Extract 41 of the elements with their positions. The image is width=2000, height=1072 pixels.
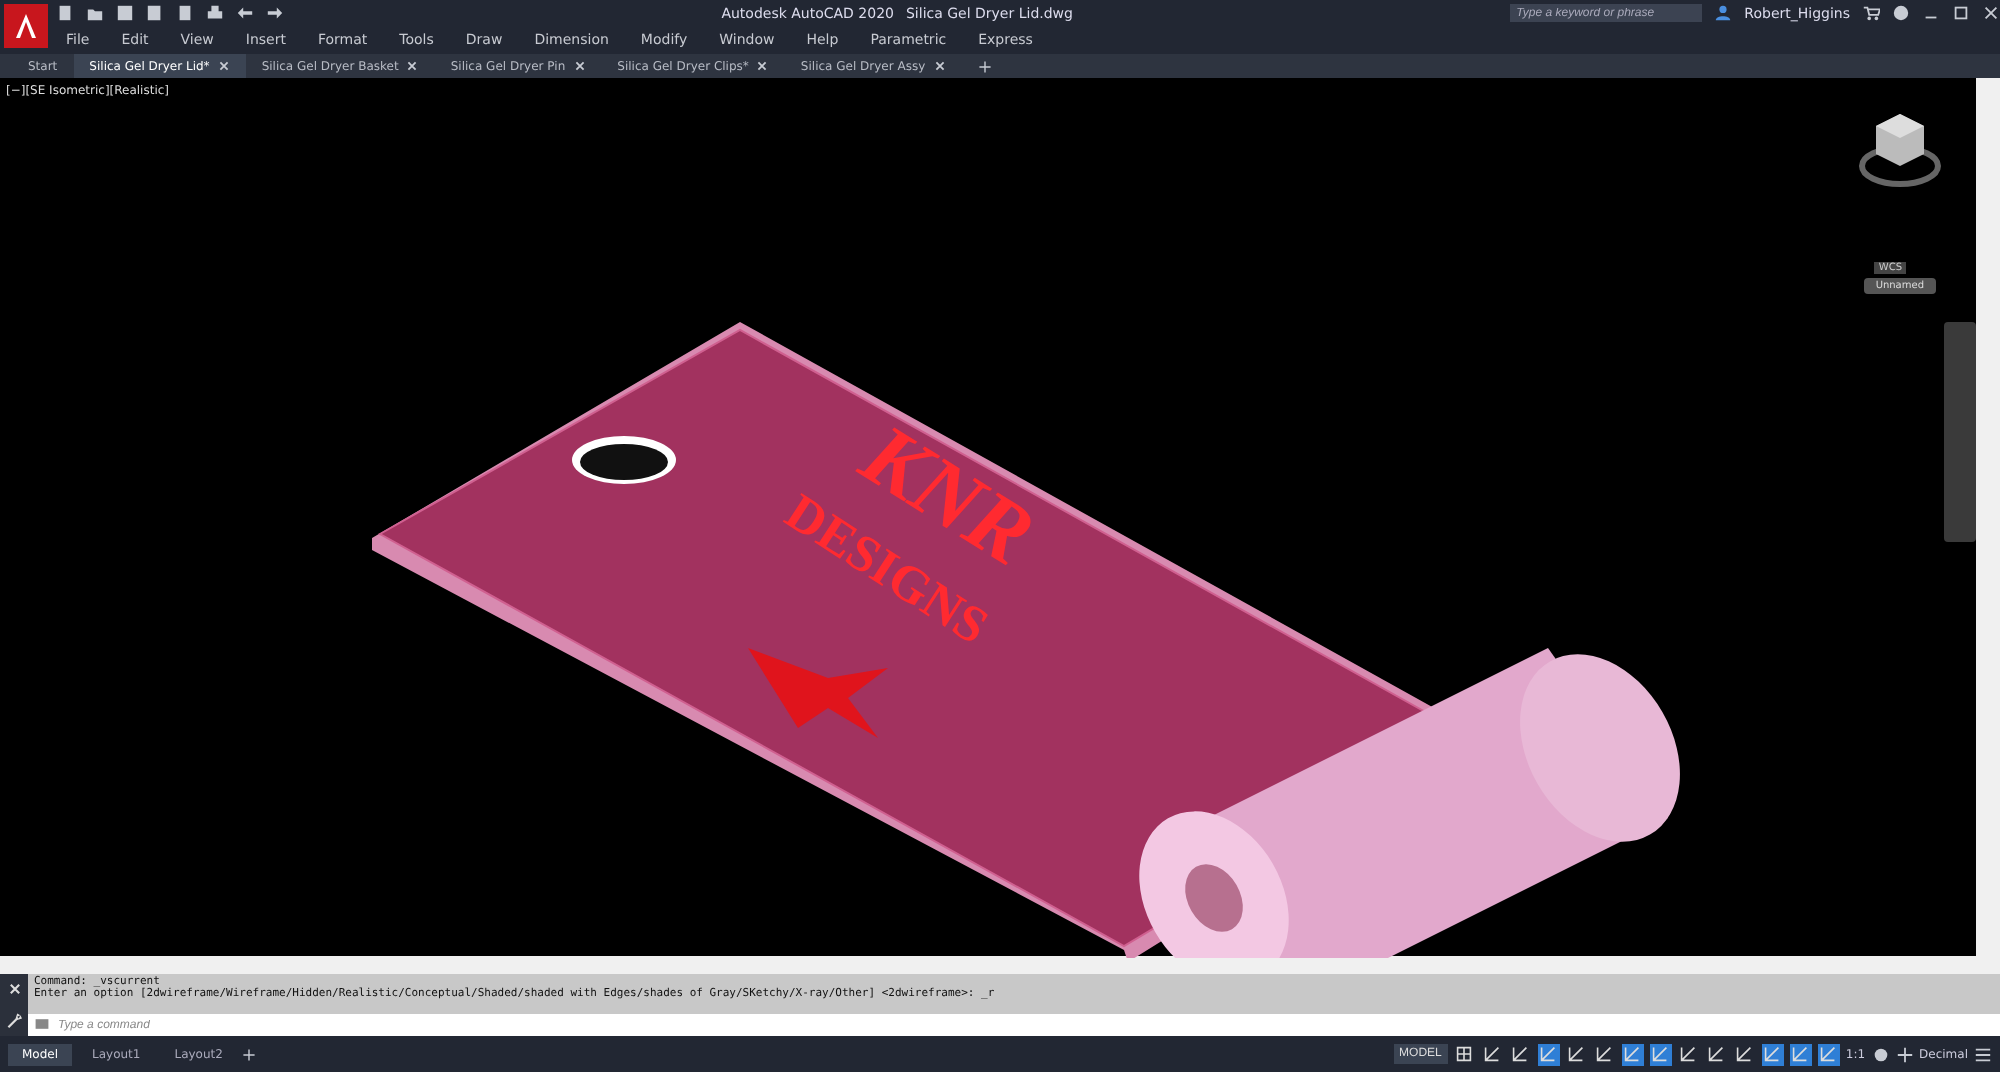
user-icon[interactable] bbox=[1714, 4, 1733, 22]
status-toggle[interactable] bbox=[1565, 1043, 1588, 1065]
close-icon[interactable] bbox=[573, 60, 586, 72]
command-icon[interactable] bbox=[34, 1016, 50, 1032]
wrench-icon[interactable] bbox=[6, 1012, 22, 1028]
plus-icon[interactable] bbox=[242, 1047, 257, 1061]
maximize-icon[interactable] bbox=[1952, 4, 1970, 22]
open-folder-icon[interactable] bbox=[86, 4, 104, 22]
close-icon[interactable] bbox=[1982, 4, 2000, 22]
save-as-icon[interactable] bbox=[146, 4, 164, 22]
status-toggle[interactable] bbox=[1817, 1043, 1840, 1065]
status-toggle[interactable] bbox=[1481, 1043, 1504, 1065]
close-icon[interactable] bbox=[217, 60, 230, 72]
save-icon[interactable] bbox=[116, 4, 134, 22]
status-toggle[interactable] bbox=[1677, 1043, 1700, 1065]
vertical-scrollbar[interactable] bbox=[1976, 78, 2000, 974]
status-toggle[interactable] bbox=[1537, 1043, 1560, 1065]
cart-icon[interactable] bbox=[1862, 4, 1880, 22]
status-toggle[interactable] bbox=[1509, 1043, 1532, 1065]
printer-icon[interactable] bbox=[206, 4, 224, 22]
plus-icon[interactable] bbox=[1895, 1045, 1914, 1063]
status-toggle[interactable] bbox=[1705, 1043, 1728, 1065]
close-icon[interactable] bbox=[7, 982, 21, 996]
undo-icon[interactable] bbox=[236, 4, 254, 22]
app-logo[interactable] bbox=[4, 4, 48, 48]
status-toggle[interactable] bbox=[1453, 1043, 1476, 1065]
status-toggle[interactable] bbox=[1761, 1043, 1784, 1065]
close-icon[interactable] bbox=[756, 60, 769, 72]
close-icon[interactable] bbox=[933, 60, 946, 72]
new-file-icon[interactable] bbox=[56, 4, 74, 22]
status-toggle[interactable] bbox=[1621, 1043, 1644, 1065]
menu-icon[interactable] bbox=[1974, 1045, 1992, 1063]
status-toggle[interactable] bbox=[1649, 1043, 1672, 1065]
horizontal-scrollbar[interactable] bbox=[0, 956, 1976, 974]
status-toggle[interactable] bbox=[1789, 1043, 1812, 1065]
redo-icon[interactable] bbox=[266, 4, 284, 22]
plus-icon[interactable] bbox=[977, 59, 992, 73]
status-toggle[interactable] bbox=[1733, 1043, 1756, 1065]
close-icon[interactable] bbox=[406, 60, 419, 72]
status-toggle[interactable] bbox=[1593, 1043, 1616, 1065]
page-icon[interactable] bbox=[176, 4, 194, 22]
